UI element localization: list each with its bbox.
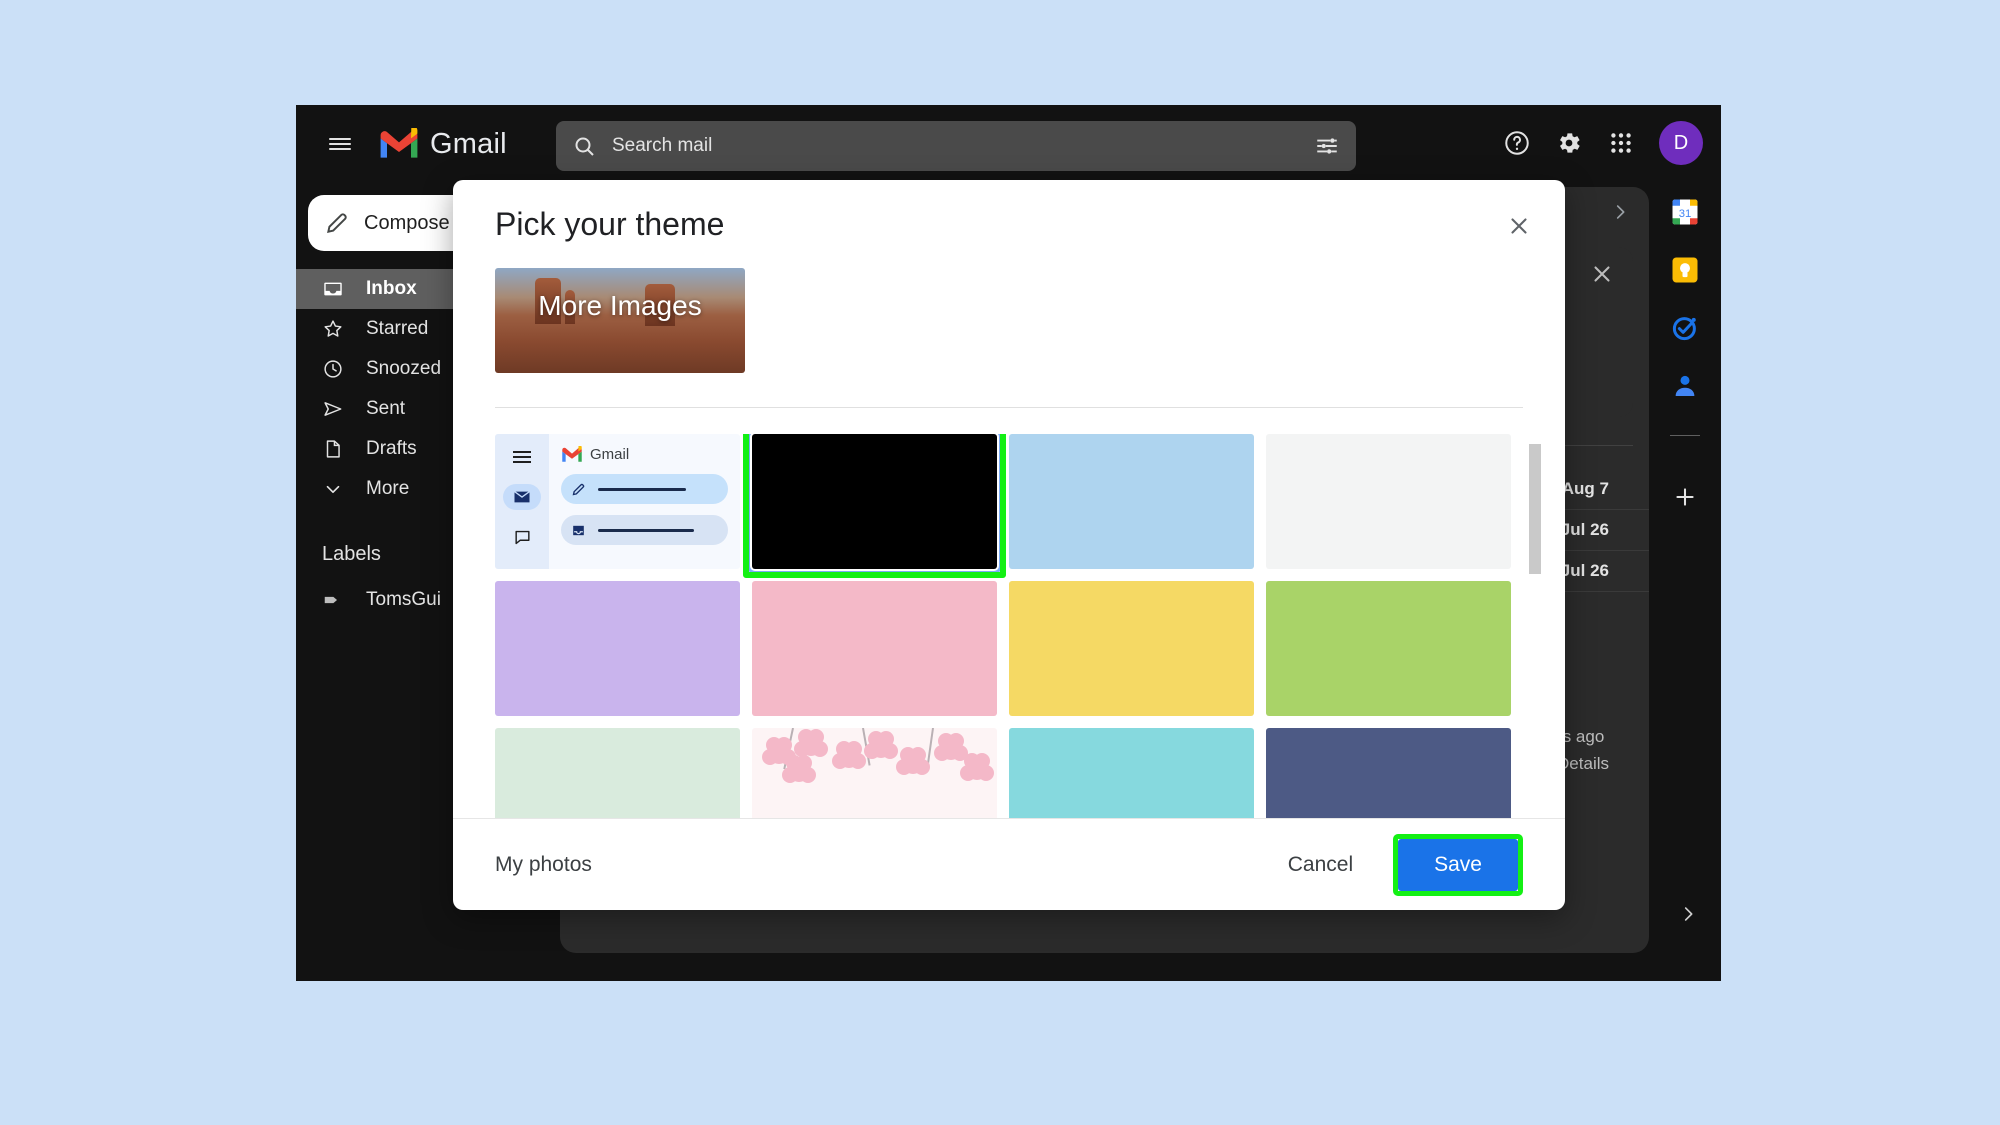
theme-tile-slate-blue-theme[interactable] [1266,728,1511,818]
pick-theme-dialog: Pick your theme More Images Gmail My pho… [453,180,1565,910]
dialog-actions: Cancel Save [1266,833,1523,896]
inbox-icon [571,523,586,538]
google-apps-grid-icon[interactable] [1597,119,1645,167]
document-icon [322,438,344,460]
theme-mock-rail [495,434,549,569]
sidebar-item-label: Inbox [366,278,417,299]
hamburger-menu-icon[interactable] [316,120,364,168]
theme-mock-inbox-row [561,515,728,545]
svg-text:31: 31 [1679,208,1692,220]
theme-tile-green-theme[interactable] [1266,581,1511,716]
google-calendar-icon[interactable]: 31 [1670,197,1700,227]
theme-tile-teal-theme[interactable] [1009,728,1254,818]
pencil-icon [324,210,350,236]
gmail-logo-icon [561,446,583,463]
theme-tile-white-grey-theme[interactable] [1266,434,1511,569]
theme-tile-light-blue-theme[interactable] [1009,434,1254,569]
app-name: Gmail [430,127,507,160]
gmail-logo-link[interactable]: Gmail [378,128,507,161]
star-icon [322,318,344,340]
clock-icon [322,358,344,380]
theme-grid: Gmail [495,434,1523,818]
search-input[interactable]: Search mail [612,135,712,157]
compose-label: Compose [364,211,450,234]
gear-icon[interactable] [1545,119,1593,167]
theme-mock-brand-label: Gmail [590,446,630,463]
save-button[interactable]: Save [1398,838,1518,891]
search-options-icon[interactable] [1314,133,1340,159]
pencil-icon [571,482,586,497]
app-header: Gmail Search mail D [296,105,1721,183]
dialog-footer: My photos Cancel Save [453,818,1565,910]
mail-date: Jul 26 [1560,561,1609,580]
dialog-body: More Images Gmail [453,268,1565,818]
label-tag-icon [322,589,344,611]
dialog-title: Pick your theme [495,205,725,242]
mail-date: Aug 7 [1561,479,1609,498]
avatar-initial: D [1673,131,1689,154]
close-icon[interactable] [1501,208,1537,244]
sidebar-item-label: Starred [366,318,429,339]
close-icon[interactable] [1589,261,1615,287]
cancel-button[interactable]: Cancel [1266,843,1375,887]
sidebar-item-label: More [366,478,410,499]
chat-bubble-icon [513,528,532,547]
search-bar[interactable]: Search mail [556,121,1356,171]
search-icon [572,134,596,158]
mail-icon [503,484,541,510]
help-icon[interactable] [1493,119,1541,167]
google-keep-icon[interactable] [1670,255,1700,285]
theme-mock-brand: Gmail [561,446,728,463]
right-side-panel: 31 [1649,183,1721,981]
theme-tile-lavender-theme[interactable] [495,581,740,716]
sidebar-item-label: Sent [366,398,406,419]
chevron-right-icon[interactable] [1609,201,1631,223]
gmail-logo-icon [378,128,420,160]
sidebar-item-label: Drafts [366,438,417,459]
divider [1670,435,1700,436]
plus-icon[interactable] [1670,482,1700,512]
dialog-header: Pick your theme [453,180,1565,268]
theme-tile-cherry-blossom-theme[interactable] [752,728,997,818]
theme-tile-gmail-default-light[interactable]: Gmail [495,434,740,569]
mail-date: Jul 26 [1560,520,1609,539]
featured-row: More Images [453,268,1565,373]
divider [495,407,1523,408]
theme-tile-dark-theme[interactable] [747,434,1002,574]
more-images-thumbnail[interactable]: More Images [495,268,745,373]
google-contacts-icon[interactable] [1670,371,1700,401]
theme-mock-compose-row [561,474,728,504]
hamburger-menu-icon [513,448,531,466]
chevron-down-icon [322,478,344,500]
save-button-highlight: Save [1393,833,1523,896]
theme-tile-yellow-theme[interactable] [1009,581,1254,716]
theme-mock-main: Gmail [549,434,740,569]
scrollbar-thumb[interactable] [1529,444,1541,574]
google-tasks-icon[interactable] [1670,313,1700,343]
header-actions: D [1493,119,1703,167]
inbox-icon [322,278,344,300]
sidebar-label-text: TomsGui [366,589,441,610]
theme-tile-mint-theme[interactable] [495,728,740,818]
theme-tile-pink-theme[interactable] [752,581,997,716]
my-photos-link[interactable]: My photos [495,853,592,877]
send-icon [322,398,344,420]
sidebar-item-label: Snoozed [366,358,442,379]
theme-grid-scrollbar[interactable] [1529,444,1541,719]
avatar[interactable]: D [1659,121,1703,165]
more-images-label: More Images [538,290,702,321]
